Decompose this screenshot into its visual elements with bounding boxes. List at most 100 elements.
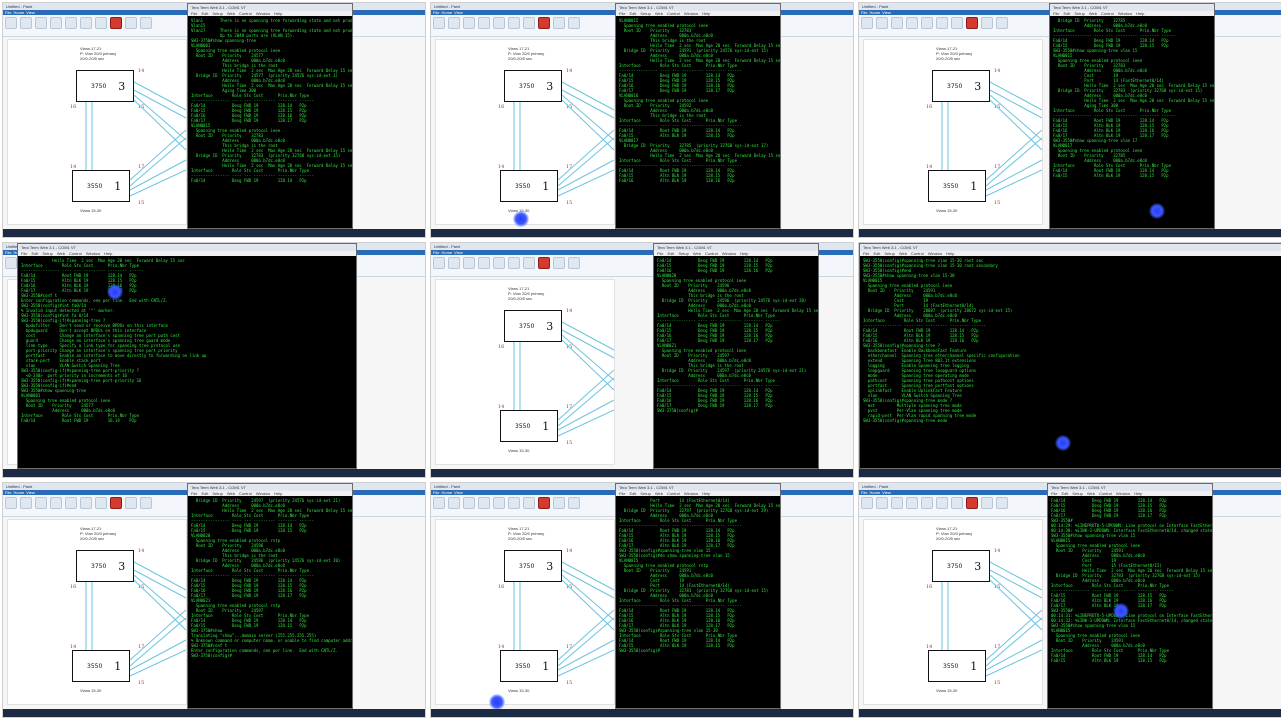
terminal-menu-edit[interactable]: Edit: [31, 251, 38, 256]
terminal-menu-control[interactable]: Control: [239, 11, 252, 16]
paint-canvas[interactable]: Vlans 17-21P: Vlan 20/0 primary20/0-20/5…: [435, 279, 615, 465]
ribbon-tool-icon[interactable]: [921, 17, 933, 29]
paint-menu-home[interactable]: Home: [869, 10, 880, 15]
ribbon-tool-icon[interactable]: [996, 497, 1008, 509]
terminal-menu-setup[interactable]: Setup: [212, 11, 222, 16]
terminal-menu-control[interactable]: Control: [705, 251, 718, 256]
terminal-menu-file[interactable]: File: [1053, 11, 1059, 16]
terminal-menu-web[interactable]: Web: [227, 11, 235, 16]
ribbon-tool-icon[interactable]: [861, 497, 873, 509]
terminal-menu-window[interactable]: Window: [928, 251, 942, 256]
paint-menu-view[interactable]: View: [454, 10, 463, 15]
ribbon-tool-icon[interactable]: [35, 497, 47, 509]
paint-menu-file[interactable]: File: [861, 490, 867, 495]
paint-menu-home[interactable]: Home: [13, 490, 24, 495]
terminal-window[interactable]: Tera Term Web 3.1 - COM1 VT File Edit Setup…: [615, 483, 781, 709]
ribbon-tool-icon[interactable]: [448, 17, 460, 29]
ribbon-tool-icon[interactable]: [463, 497, 475, 509]
terminal-window[interactable]: Tera Term Web 3.1 - COM1 VT File Edit Setup…: [859, 243, 1281, 469]
ribbon-tool-icon[interactable]: [553, 257, 565, 269]
paint-menu-home[interactable]: Home: [441, 10, 452, 15]
ribbon-tool-icon[interactable]: [20, 17, 32, 29]
terminal-menu-window[interactable]: Window: [1118, 11, 1132, 16]
terminal-menu-control[interactable]: Control: [911, 251, 924, 256]
terminal-menu-setup[interactable]: Setup: [640, 11, 650, 16]
ribbon-tool-icon[interactable]: [110, 497, 122, 509]
ribbon-tool-icon[interactable]: [5, 17, 17, 29]
ribbon-tool-icon[interactable]: [463, 17, 475, 29]
ribbon-tool-icon[interactable]: [553, 17, 565, 29]
ribbon-tool-icon[interactable]: [876, 497, 888, 509]
ribbon-tool-icon[interactable]: [50, 497, 62, 509]
terminal-menu-edit[interactable]: Edit: [201, 491, 208, 496]
terminal-menu-edit[interactable]: Edit: [1063, 11, 1070, 16]
ribbon-tool-icon[interactable]: [20, 497, 32, 509]
ribbon-tool-icon[interactable]: [951, 17, 963, 29]
terminal-menu-window[interactable]: Window: [256, 11, 270, 16]
ribbon-tool-icon[interactable]: [921, 497, 933, 509]
ribbon-tool-icon[interactable]: [80, 497, 92, 509]
paint-canvas[interactable]: Vlans 17-21P: Vlan 20/0 primary20/0-20/5…: [7, 39, 187, 225]
thumbnail-tile[interactable]: Untitled - PaintFileHomeViewVlans 17-21P…: [2, 242, 426, 478]
thumbnail-tile[interactable]: Untitled - PaintFileHomeViewVlans 17-21P…: [858, 482, 1281, 718]
terminal-window[interactable]: Tera Term Web 3.1 - COM1 VT File Edit Setup…: [17, 243, 357, 469]
ribbon-tool-icon[interactable]: [906, 497, 918, 509]
ribbon-tool-icon[interactable]: [433, 17, 445, 29]
terminal-window[interactable]: Tera Term Web 3.1 - COM1 VT File Edit Setup…: [1049, 3, 1215, 229]
ribbon-tool-icon[interactable]: [5, 497, 17, 509]
ribbon-tool-icon[interactable]: [538, 257, 550, 269]
terminal-menu-help[interactable]: Help: [274, 491, 282, 496]
terminal-menu-setup[interactable]: Setup: [640, 491, 650, 496]
ribbon-tool-icon[interactable]: [568, 17, 580, 29]
ribbon-tool-icon[interactable]: [966, 497, 978, 509]
ribbon-tool-icon[interactable]: [463, 257, 475, 269]
paint-menu-view[interactable]: View: [882, 490, 891, 495]
terminal-menu-help[interactable]: Help: [274, 11, 282, 16]
ribbon-tool-icon[interactable]: [95, 17, 107, 29]
ribbon-tool-icon[interactable]: [493, 497, 505, 509]
terminal-menu-file[interactable]: File: [657, 251, 663, 256]
ribbon-tool-icon[interactable]: [140, 497, 152, 509]
terminal-menu-web[interactable]: Web: [227, 491, 235, 496]
ribbon-tool-icon[interactable]: [538, 17, 550, 29]
terminal-menu-edit[interactable]: Edit: [201, 11, 208, 16]
terminal-menu-control[interactable]: Control: [667, 491, 680, 496]
terminal-menu-web[interactable]: Web: [655, 11, 663, 16]
ribbon-tool-icon[interactable]: [140, 17, 152, 29]
ribbon-tool-icon[interactable]: [35, 17, 47, 29]
paint-menu-home[interactable]: Home: [13, 10, 24, 15]
ribbon-tool-icon[interactable]: [433, 257, 445, 269]
terminal-menu-web[interactable]: Web: [1087, 491, 1095, 496]
ribbon-tool-icon[interactable]: [523, 497, 535, 509]
terminal-menu-web[interactable]: Web: [57, 251, 65, 256]
terminal-menu-help[interactable]: Help: [740, 251, 748, 256]
ribbon-tool-icon[interactable]: [50, 17, 62, 29]
terminal-menu-window[interactable]: Window: [684, 11, 698, 16]
terminal-menu-edit[interactable]: Edit: [667, 251, 674, 256]
paint-menu-file[interactable]: File: [5, 10, 11, 15]
terminal-menu-web[interactable]: Web: [693, 251, 701, 256]
terminal-menu-setup[interactable]: Setup: [42, 251, 52, 256]
terminal-menu-control[interactable]: Control: [69, 251, 82, 256]
ribbon-tool-icon[interactable]: [966, 17, 978, 29]
terminal-menu-file[interactable]: File: [21, 251, 27, 256]
terminal-menu-window[interactable]: Window: [722, 251, 736, 256]
terminal-window[interactable]: Tera Term Web 3.1 - COM1 VT File Edit Setup…: [187, 3, 353, 229]
ribbon-tool-icon[interactable]: [981, 17, 993, 29]
terminal-menu-control[interactable]: Control: [667, 11, 680, 16]
paint-menu-file[interactable]: File: [5, 250, 11, 255]
terminal-window[interactable]: Tera Term Web 3.1 - COM1 VT File Edit Setup…: [187, 483, 353, 709]
terminal-menu-file[interactable]: File: [619, 11, 625, 16]
terminal-window[interactable]: Tera Term Web 3.1 - COM1 VT File Edit Setup…: [1047, 483, 1213, 709]
ribbon-tool-icon[interactable]: [951, 497, 963, 509]
paint-menu-home[interactable]: Home: [869, 490, 880, 495]
terminal-menu-edit[interactable]: Edit: [873, 251, 880, 256]
ribbon-tool-icon[interactable]: [478, 257, 490, 269]
terminal-menu-file[interactable]: File: [191, 491, 197, 496]
paint-menu-view[interactable]: View: [26, 10, 35, 15]
terminal-menu-web[interactable]: Web: [899, 251, 907, 256]
thumbnail-tile[interactable]: Untitled - PaintFileHomeViewVlans 17-21P…: [858, 242, 1281, 478]
paint-menu-home[interactable]: Home: [441, 250, 452, 255]
terminal-menu-setup[interactable]: Setup: [1074, 11, 1084, 16]
terminal-menu-help[interactable]: Help: [702, 11, 710, 16]
